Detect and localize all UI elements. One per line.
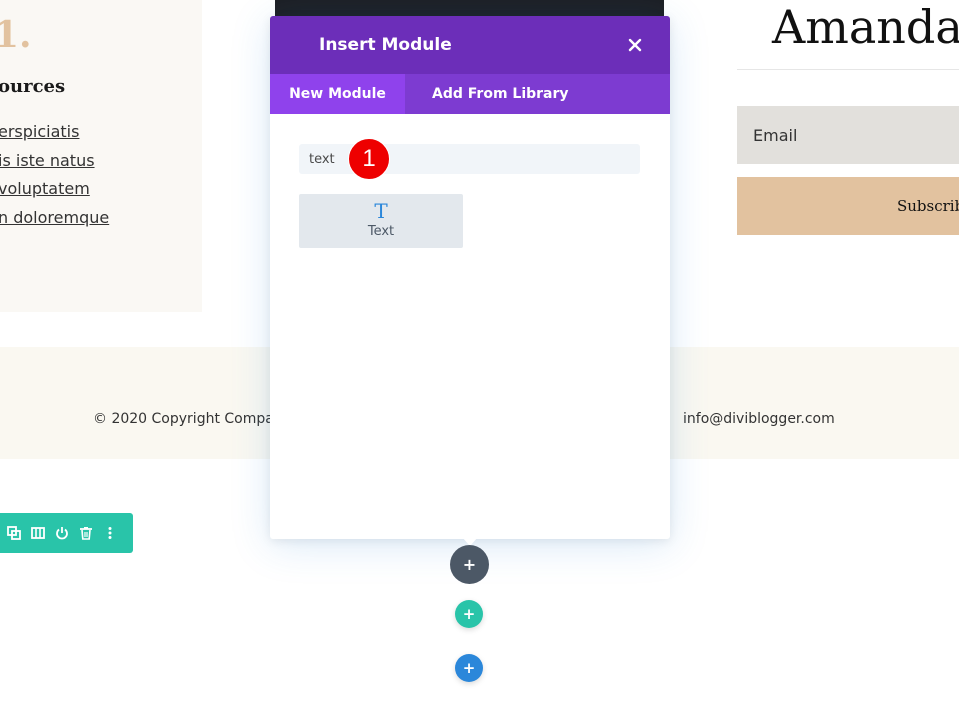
add-row-button[interactable]: +: [455, 600, 483, 628]
divider: [737, 69, 959, 70]
power-icon[interactable]: [50, 521, 74, 545]
email-field[interactable]: [737, 106, 959, 164]
text-module-icon: T: [374, 199, 388, 223]
step-badge: 1: [348, 138, 390, 180]
module-text-tile[interactable]: T Text: [299, 194, 463, 248]
copyright-text: © 2020 Copyright Company: [93, 411, 291, 427]
subscribe-button[interactable]: Subscrib: [737, 177, 959, 235]
resource-link-1[interactable]: erspiciatis: [0, 122, 79, 141]
text-module-label: Text: [367, 224, 395, 239]
tab-new-module[interactable]: New Module: [270, 74, 405, 114]
page: 1. ources erspiciatis is iste natus volu…: [0, 0, 959, 705]
close-icon[interactable]: [624, 34, 646, 56]
resource-link-2[interactable]: is iste natus: [0, 151, 95, 170]
columns-icon[interactable]: [26, 521, 50, 545]
resources-card: 1. ources erspiciatis is iste natus volu…: [0, 0, 202, 312]
resource-link-3[interactable]: voluptatem: [0, 179, 90, 198]
modal-tabs: New Module Add From Library: [270, 74, 670, 114]
tab-add-from-library[interactable]: Add From Library: [432, 74, 569, 114]
trash-icon[interactable]: [74, 521, 98, 545]
more-icon[interactable]: [98, 521, 122, 545]
contact-email: info@diviblogger.com: [683, 411, 835, 427]
resources-number: 1.: [0, 14, 32, 56]
author-title: Amanda': [772, 0, 959, 54]
duplicate-icon[interactable]: [2, 521, 26, 545]
modal-title: Insert Module: [319, 35, 452, 55]
row-toolbar: [0, 513, 133, 553]
resources-heading: ources: [0, 76, 66, 97]
add-module-button[interactable]: +: [450, 545, 489, 584]
insert-module-modal: Insert Module New Module Add From Librar…: [270, 16, 670, 539]
modal-header: Insert Module: [270, 16, 670, 74]
add-section-button[interactable]: +: [455, 654, 483, 682]
resource-link-4[interactable]: n doloremque: [0, 208, 109, 227]
